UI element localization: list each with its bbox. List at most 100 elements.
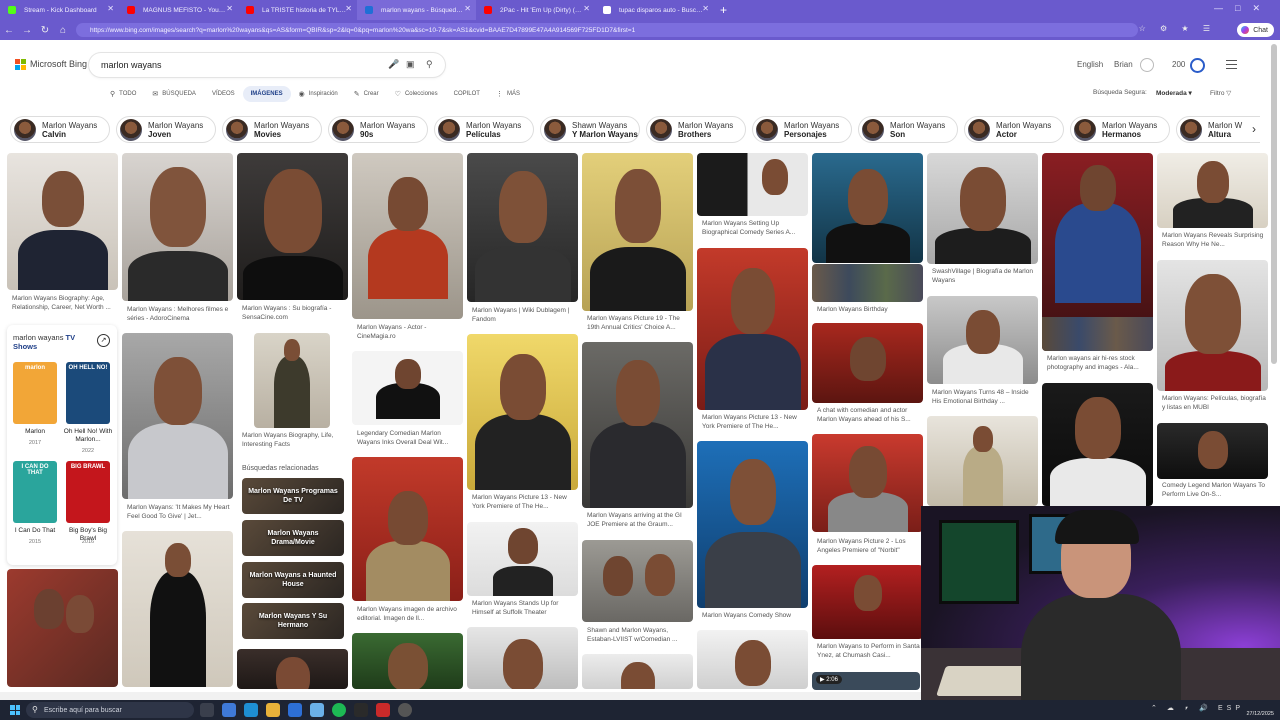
- home-icon[interactable]: ⌂: [54, 25, 72, 36]
- suggestion-chip[interactable]: Marlon Wayans 90s: [328, 116, 428, 143]
- image-caption[interactable]: Marlon Wayans : Su biografía - SensaCine…: [242, 305, 348, 323]
- tv-show-poster[interactable]: OH HELL NO!: [66, 362, 110, 424]
- scope-tab[interactable]: ◉ Inspiración: [291, 86, 346, 102]
- menu-icon[interactable]: [1226, 60, 1237, 72]
- windows-start-icon[interactable]: [10, 705, 20, 715]
- image-result[interactable]: [812, 434, 923, 532]
- suggestion-chip[interactable]: Shawn Wayans Y Marlon Wayans: [540, 116, 640, 143]
- suggestion-chip[interactable]: Marlon Wayans Movies: [222, 116, 322, 143]
- image-caption[interactable]: Marlon Wayans arriving at the GI JOE Pre…: [587, 512, 693, 530]
- image-caption[interactable]: Marlon Wayans Birthday: [817, 306, 923, 316]
- image-result[interactable]: [1157, 153, 1268, 228]
- image-caption[interactable]: Marlon Wayans imagen de archivo editoria…: [357, 606, 463, 624]
- obs-icon[interactable]: [398, 703, 412, 717]
- image-result[interactable]: [7, 153, 118, 290]
- image-result[interactable]: [122, 333, 233, 499]
- image-caption[interactable]: Marlon Wayans Picture 13 - New York Prem…: [702, 414, 808, 432]
- safe-search-dropdown[interactable]: Moderada ▾: [1156, 89, 1192, 97]
- close-tab-icon[interactable]: ✕: [583, 4, 590, 13]
- browser-tab[interactable]: Stream - Kick Dashboard ✕: [0, 0, 119, 20]
- image-result[interactable]: [582, 153, 693, 311]
- image-result[interactable]: [697, 248, 808, 410]
- browser-tab[interactable]: marlon wayans - Búsqueda Imáge✕: [357, 0, 476, 20]
- image-result[interactable]: [697, 441, 808, 608]
- image-strip[interactable]: [812, 264, 923, 302]
- image-result[interactable]: [467, 153, 578, 302]
- image-result[interactable]: [927, 153, 1038, 264]
- suggestion-chip[interactable]: Marlon Wayans Son: [858, 116, 958, 143]
- suggestion-chip[interactable]: Marlon Wayans Brothers: [646, 116, 746, 143]
- image-caption[interactable]: SwashVillage | Biografía de Marlon Wayan…: [932, 268, 1038, 286]
- image-result[interactable]: [1042, 383, 1153, 506]
- image-caption[interactable]: Marlon Wayans Picture 19 - The 19th Annu…: [587, 315, 693, 333]
- suggestion-chip[interactable]: Marlon W Altura: [1176, 116, 1260, 143]
- filter-button[interactable]: Filtro ▽: [1210, 89, 1231, 97]
- image-result[interactable]: [7, 569, 118, 687]
- image-caption[interactable]: Marlon Wayans Biography: Age, Relationsh…: [12, 295, 118, 313]
- suggestion-chip[interactable]: Marlon Wayans Hermanos: [1070, 116, 1170, 143]
- image-result[interactable]: [582, 540, 693, 622]
- tv-show-poster[interactable]: I CAN DO THAT: [13, 461, 57, 523]
- browser-tab[interactable]: 2Pac - Hit 'Em Up (Dirty) (Music V✕: [476, 0, 595, 20]
- image-caption[interactable]: Marlon wayans air hi-res stock photograp…: [1047, 355, 1153, 373]
- image-result[interactable]: [352, 457, 463, 601]
- spotify-icon[interactable]: [332, 703, 346, 717]
- rewards-icon[interactable]: [1190, 58, 1205, 73]
- related-search-tile[interactable]: Marlon Wayans Y Su Hermano: [242, 603, 344, 639]
- language-link[interactable]: English: [1077, 60, 1103, 69]
- scope-tab[interactable]: ✉ BÚSQUEDA: [144, 86, 204, 102]
- suggestion-chip[interactable]: Marlon Wayans Personajes: [752, 116, 852, 143]
- image-caption[interactable]: Marlon Wayans Picture 2 - Los Angeles Pr…: [817, 538, 923, 556]
- image-caption[interactable]: Marlon Wayans Picture 13 - New York Prem…: [472, 494, 578, 512]
- horizontal-scrollbar[interactable]: [0, 692, 921, 700]
- chevron-right-icon[interactable]: ›: [1252, 122, 1256, 136]
- image-caption[interactable]: Marlon Wayans Biography, Life, Interesti…: [242, 432, 348, 450]
- image-caption[interactable]: Marlon Wayans to Perform in Santa Ynez, …: [817, 643, 923, 661]
- clock[interactable]: 27/12/2025: [1246, 705, 1274, 717]
- image-result[interactable]: [352, 351, 463, 425]
- scope-tab[interactable]: IMÁGENES: [242, 86, 291, 102]
- url-text[interactable]: https://www.bing.com/images/search?q=mar…: [90, 27, 635, 34]
- close-tab-icon[interactable]: ✕: [226, 4, 233, 13]
- suggestion-chip[interactable]: Marlon Wayans Actor: [964, 116, 1064, 143]
- tv-show-name[interactable]: Oh Hell No! With Marlon...: [61, 428, 115, 444]
- image-caption[interactable]: Marlon Wayans: 'It Makes My Heart Feel G…: [127, 504, 233, 522]
- related-search-tile[interactable]: Marlon Wayans Drama/Movie: [242, 520, 344, 556]
- visual-search-icon[interactable]: ▣: [406, 59, 415, 70]
- image-result[interactable]: [254, 333, 330, 428]
- image-result[interactable]: [1157, 423, 1268, 479]
- image-result[interactable]: [812, 323, 923, 403]
- image-caption[interactable]: Marlon Wayans Comedy Show: [702, 612, 808, 622]
- task-view-icon[interactable]: [200, 703, 214, 717]
- refresh-icon[interactable]: ↻: [36, 25, 54, 36]
- close-tab-icon[interactable]: ✕: [107, 4, 114, 13]
- image-caption[interactable]: Shawn and Marlon Wayans, Estaban-LVIIST …: [587, 627, 693, 645]
- forward-icon[interactable]: →: [18, 25, 36, 36]
- scope-tab[interactable]: ✎ Crear: [346, 86, 387, 102]
- open-arrow-icon[interactable]: ↗: [97, 334, 110, 347]
- scope-tab[interactable]: VÍDEOS: [204, 86, 243, 102]
- suggestion-chip[interactable]: Marlon Wayans Joven: [116, 116, 216, 143]
- image-result[interactable]: [352, 153, 463, 319]
- browser-tab[interactable]: MAGNUS MEFISTO - YouTube ✕: [119, 0, 238, 20]
- image-result[interactable]: [467, 522, 578, 596]
- image-result[interactable]: [1157, 260, 1268, 391]
- rewards-points[interactable]: 200: [1172, 60, 1185, 69]
- tv-shows-title[interactable]: marlon wayans TV Shows: [13, 333, 93, 351]
- image-result[interactable]: [697, 153, 808, 216]
- image-result[interactable]: [237, 649, 348, 689]
- image-caption[interactable]: Comedy Legend Marlon Wayans To Perform L…: [1162, 482, 1268, 500]
- image-result[interactable]: [927, 296, 1038, 384]
- edge-icon[interactable]: [244, 703, 258, 717]
- extensions-icon[interactable]: ☆ ⚙ ★ ☰: [1139, 24, 1216, 33]
- image-result[interactable]: [582, 342, 693, 508]
- image-result[interactable]: [237, 153, 348, 300]
- back-icon[interactable]: ←: [0, 25, 18, 36]
- scope-tab[interactable]: ⚲ TODO: [102, 86, 144, 102]
- search-box[interactable]: 🎤 ▣ ⚲: [89, 53, 445, 77]
- taskbar-search[interactable]: ⚲ Escribe aquí para buscar: [26, 702, 194, 718]
- file-explorer-icon[interactable]: [266, 703, 280, 717]
- image-caption[interactable]: Marlon Wayans Reveals Surprising Reason …: [1162, 232, 1268, 250]
- mail-icon[interactable]: [310, 703, 324, 717]
- image-caption[interactable]: A chat with comedian and actor Marlon Wa…: [817, 407, 923, 425]
